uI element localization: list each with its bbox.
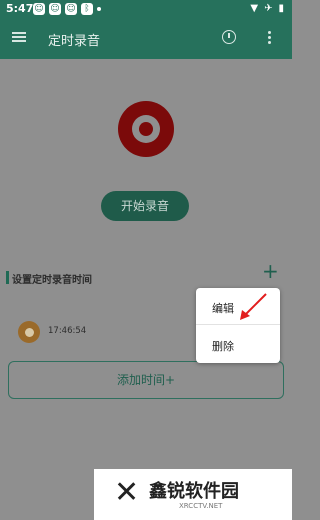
watermark-url: XRCCTV.NET — [179, 502, 223, 510]
record-avatar-icon — [18, 321, 40, 343]
add-time-button[interactable]: 添加时间+ — [8, 361, 284, 399]
menu-icon[interactable] — [12, 30, 26, 44]
app-notification-icon: ☺ — [49, 3, 61, 15]
add-icon[interactable]: + — [262, 259, 279, 283]
notification-icons: ☺ ☺ ☺ ᛒ — [33, 3, 101, 15]
app-notification-icon: ☺ — [65, 3, 77, 15]
watermark-logo-icon: ✕ — [114, 475, 140, 510]
menu-item-delete[interactable]: 删除 — [212, 338, 234, 354]
red-arrow-icon — [240, 293, 267, 320]
start-recording-button[interactable]: 开始录音 — [101, 191, 189, 221]
status-time: 5:47 — [6, 2, 34, 15]
page-title: 定时录音 — [48, 34, 101, 49]
bluetooth-icon: ᛒ — [81, 3, 93, 15]
clock-icon[interactable] — [222, 30, 236, 44]
more-notifications-icon — [97, 7, 101, 11]
record-icon — [118, 101, 174, 157]
wifi-icon: ▼ — [250, 3, 259, 14]
system-icons: ▼ ✈ ▮ — [250, 3, 284, 15]
airplane-icon: ✈ — [264, 3, 273, 14]
record-time: 17:46:54 — [48, 326, 87, 336]
app-bar: 定时录音 — [0, 19, 292, 59]
divider — [196, 324, 280, 325]
section-title: 设置定时录音时间 — [12, 275, 92, 286]
watermark: ✕ 鑫锐软件园 XRCCTV.NET — [94, 469, 292, 520]
app-notification-icon: ☺ — [33, 3, 45, 15]
battery-icon: ▮ — [278, 3, 284, 14]
menu-item-edit[interactable]: 编辑 — [212, 300, 234, 316]
section-accent-bar — [6, 271, 9, 284]
more-options-icon[interactable] — [268, 31, 272, 46]
status-bar: 5:47 ☺ ☺ ☺ ᛒ ▼ ✈ ▮ — [0, 0, 292, 19]
watermark-brand: 鑫锐软件园 — [149, 481, 239, 502]
